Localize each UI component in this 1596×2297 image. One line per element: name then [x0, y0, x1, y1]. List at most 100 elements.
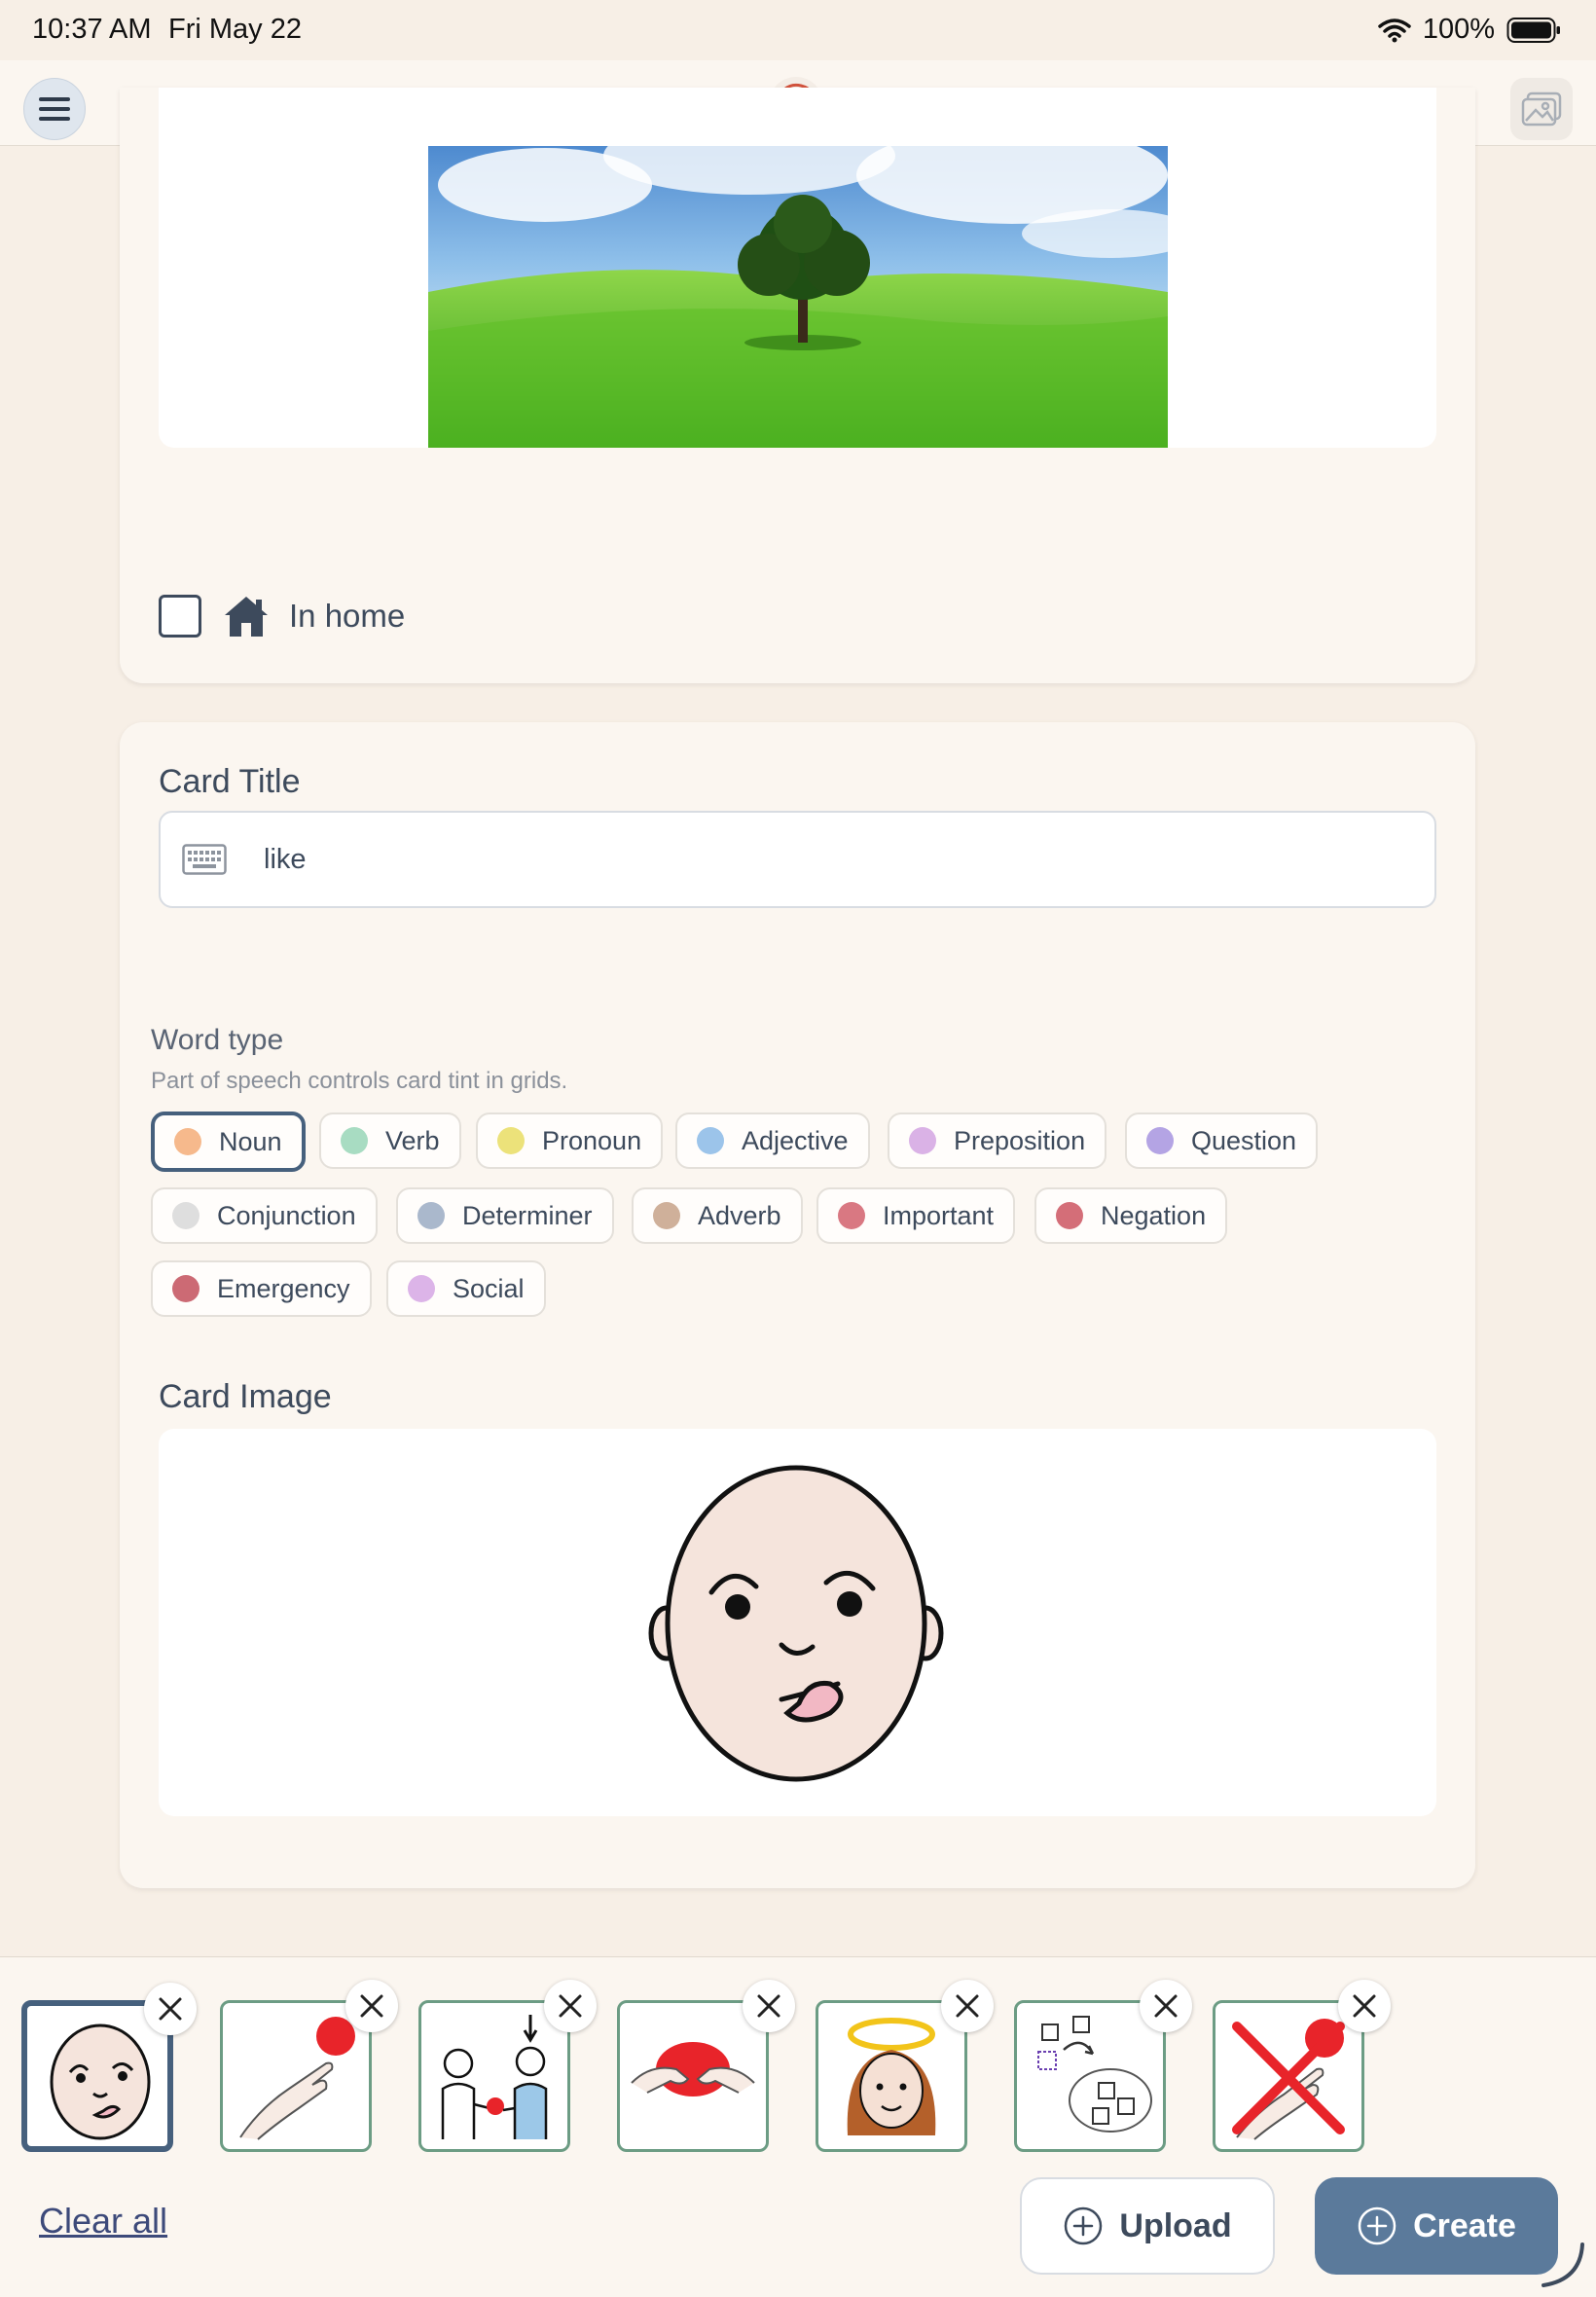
- word-type-chip-negation[interactable]: Negation: [1034, 1187, 1228, 1244]
- chip-label: Verb: [385, 1125, 440, 1155]
- background-image-frame[interactable]: [159, 88, 1436, 448]
- chip-label: Question: [1191, 1125, 1297, 1155]
- word-type-chip-emergency[interactable]: Emergency: [151, 1260, 372, 1317]
- plus-circle-icon: [1065, 2206, 1103, 2245]
- determiner-color-dot: [417, 1202, 445, 1229]
- close-icon: [559, 1994, 582, 2018]
- word-type-chip-preposition[interactable]: Preposition: [888, 1112, 1107, 1169]
- create-label: Create: [1413, 2206, 1516, 2244]
- word-type-chip-important[interactable]: Important: [816, 1187, 1016, 1244]
- landscape-tree-photo: [428, 146, 1168, 448]
- important-color-dot: [838, 1202, 865, 1229]
- thumbnail-item[interactable]: [816, 1980, 994, 2152]
- thumbnail-item[interactable]: [617, 1980, 795, 2152]
- chip-label: Important: [883, 1200, 995, 1230]
- chip-label: Adverb: [698, 1200, 781, 1230]
- card-title-label: Card Title: [159, 763, 301, 800]
- background-settings-card: In home: [120, 88, 1475, 683]
- emergency-color-dot: [172, 1275, 200, 1302]
- social-color-dot: [408, 1275, 435, 1302]
- remove-thumbnail-button[interactable]: [1338, 1980, 1391, 2032]
- menu-button[interactable]: [23, 78, 86, 140]
- resize-handle-icon: [1542, 2242, 1584, 2287]
- remove-thumbnail-button[interactable]: [1140, 1980, 1192, 2032]
- give-ball-people-symbol: [441, 2015, 548, 2139]
- status-bar: 10:37 AM Fri May 22 100%: [0, 0, 1596, 60]
- close-icon: [159, 1997, 182, 2021]
- battery-percentage: 100%: [1422, 14, 1495, 45]
- noun-color-dot: [174, 1128, 201, 1155]
- remove-thumbnail-button[interactable]: [144, 1983, 197, 2035]
- word-type-chip-social[interactable]: Social: [386, 1260, 546, 1317]
- word-type-chip-conjunction[interactable]: Conjunction: [151, 1187, 378, 1244]
- thumbnail-item[interactable]: [1014, 1980, 1192, 2152]
- card-image-preview[interactable]: [159, 1429, 1436, 1816]
- chip-label: Noun: [219, 1126, 282, 1156]
- thumbnail-item[interactable]: [220, 1980, 398, 2152]
- licking-lips-face-symbol: [648, 1465, 944, 1782]
- word-type-help: Part of speech controls card tint in gri…: [151, 1068, 568, 1094]
- chip-label: Social: [453, 1273, 525, 1303]
- image-candidates-tray: Clear all Upload Create: [0, 1956, 1596, 2297]
- in-home-label: In home: [289, 598, 406, 634]
- chip-label: Emergency: [217, 1273, 350, 1303]
- thumbnail-item[interactable]: [418, 1980, 597, 2152]
- image-gallery-icon: [1521, 91, 1562, 127]
- word-type-chip-adjective[interactable]: Adjective: [675, 1112, 870, 1169]
- wifi-icon: [1378, 18, 1411, 42]
- word-type-chip-verb[interactable]: Verb: [319, 1112, 461, 1169]
- word-type-chip-pronoun[interactable]: Pronoun: [476, 1112, 664, 1169]
- card-title-value: like: [264, 843, 307, 875]
- word-type-chip-question[interactable]: Question: [1125, 1112, 1319, 1169]
- chip-label: Conjunction: [217, 1200, 356, 1230]
- close-icon: [360, 1994, 383, 2018]
- word-type-chip-adverb[interactable]: Adverb: [632, 1187, 803, 1244]
- card-image-label: Card Image: [159, 1378, 332, 1415]
- chip-label: Determiner: [462, 1200, 593, 1230]
- plus-circle-icon: [1358, 2206, 1396, 2245]
- chip-label: Pronoun: [542, 1125, 642, 1155]
- hand-reaching-ball-symbol: [239, 2017, 355, 2140]
- close-icon: [1154, 1994, 1178, 2018]
- status-time: 10:37 AM: [32, 14, 152, 45]
- question-color-dot: [1146, 1127, 1174, 1154]
- chip-label: Preposition: [954, 1125, 1086, 1155]
- image-gallery-button[interactable]: [1510, 78, 1573, 140]
- upload-button[interactable]: Upload: [1020, 2177, 1275, 2275]
- clear-all-link[interactable]: Clear all: [39, 2201, 167, 2242]
- home-icon: [225, 597, 268, 637]
- no-hand-red-cross-symbol: [1232, 2019, 1345, 2140]
- card-details-card: Card Title like Word type Part of speech…: [120, 722, 1475, 1888]
- word-type-chip-noun[interactable]: Noun: [151, 1112, 306, 1172]
- negation-color-dot: [1056, 1202, 1083, 1229]
- pronoun-color-dot: [497, 1127, 525, 1154]
- hamburger-menu-icon: [39, 97, 70, 121]
- status-date: Fri May 22: [168, 14, 302, 45]
- close-icon: [1353, 1994, 1376, 2018]
- girl-halo-symbol: [847, 2018, 936, 2135]
- close-icon: [956, 1994, 979, 2018]
- keyboard-icon: [182, 844, 227, 875]
- upload-label: Upload: [1119, 2206, 1232, 2244]
- remove-thumbnail-button[interactable]: [941, 1980, 994, 2032]
- chip-label: Negation: [1101, 1200, 1207, 1230]
- hands-holding-red-symbol: [631, 2042, 755, 2096]
- in-home-checkbox[interactable]: [159, 595, 201, 638]
- card-title-input[interactable]: like: [159, 811, 1436, 908]
- app-screen: 10:37 AM Fri May 22 100% In home Card Ti…: [0, 0, 1596, 2297]
- thumbnail-item[interactable]: [21, 1983, 197, 2152]
- remove-thumbnail-button[interactable]: [743, 1980, 795, 2032]
- word-type-label: Word type: [151, 1024, 284, 1056]
- verb-color-dot: [341, 1127, 368, 1154]
- adverb-color-dot: [653, 1202, 680, 1229]
- chip-label: Adjective: [742, 1125, 849, 1155]
- remove-thumbnail-button[interactable]: [544, 1980, 597, 2032]
- in-home-row[interactable]: In home: [159, 594, 405, 638]
- adjective-color-dot: [697, 1127, 724, 1154]
- battery-icon: [1506, 17, 1560, 43]
- preposition-color-dot: [909, 1127, 936, 1154]
- remove-thumbnail-button[interactable]: [345, 1980, 398, 2032]
- create-button[interactable]: Create: [1315, 2177, 1558, 2275]
- word-type-chip-determiner[interactable]: Determiner: [396, 1187, 614, 1244]
- thumbnail-item[interactable]: [1213, 1980, 1391, 2152]
